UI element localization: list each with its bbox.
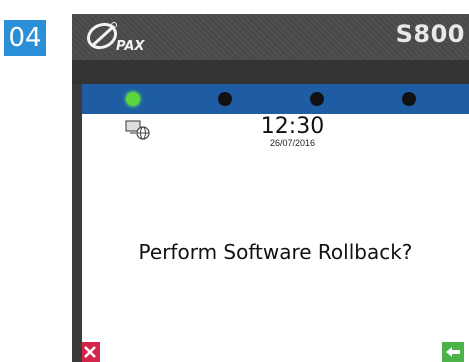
- terminal-screen: 12:30 26/07/2016 Perform Software Rollba…: [82, 84, 469, 362]
- status-led-2: [218, 92, 232, 106]
- pos-terminal: PAX S800 12:30 26/07/2016 Perform Softwa…: [72, 14, 469, 362]
- clock-date: 26/07/2016: [269, 138, 316, 148]
- clock-time: 12:30: [260, 114, 325, 139]
- terminal-bezel: [72, 60, 469, 84]
- step-badge: 04: [4, 20, 46, 56]
- model-name: S800: [395, 20, 465, 48]
- brand-name: PAX: [116, 39, 145, 54]
- status-led-bar: [82, 84, 469, 114]
- status-led-3: [310, 92, 324, 106]
- pax-logo: PAX: [86, 22, 145, 54]
- status-led-4: [402, 92, 416, 106]
- status-led-1: [126, 92, 140, 106]
- cancel-x-icon[interactable]: [82, 342, 100, 362]
- terminal-header: PAX S800: [72, 14, 469, 60]
- enter-arrow-icon[interactable]: [442, 342, 464, 362]
- dialog-message: Perform Software Rollback?: [138, 240, 413, 264]
